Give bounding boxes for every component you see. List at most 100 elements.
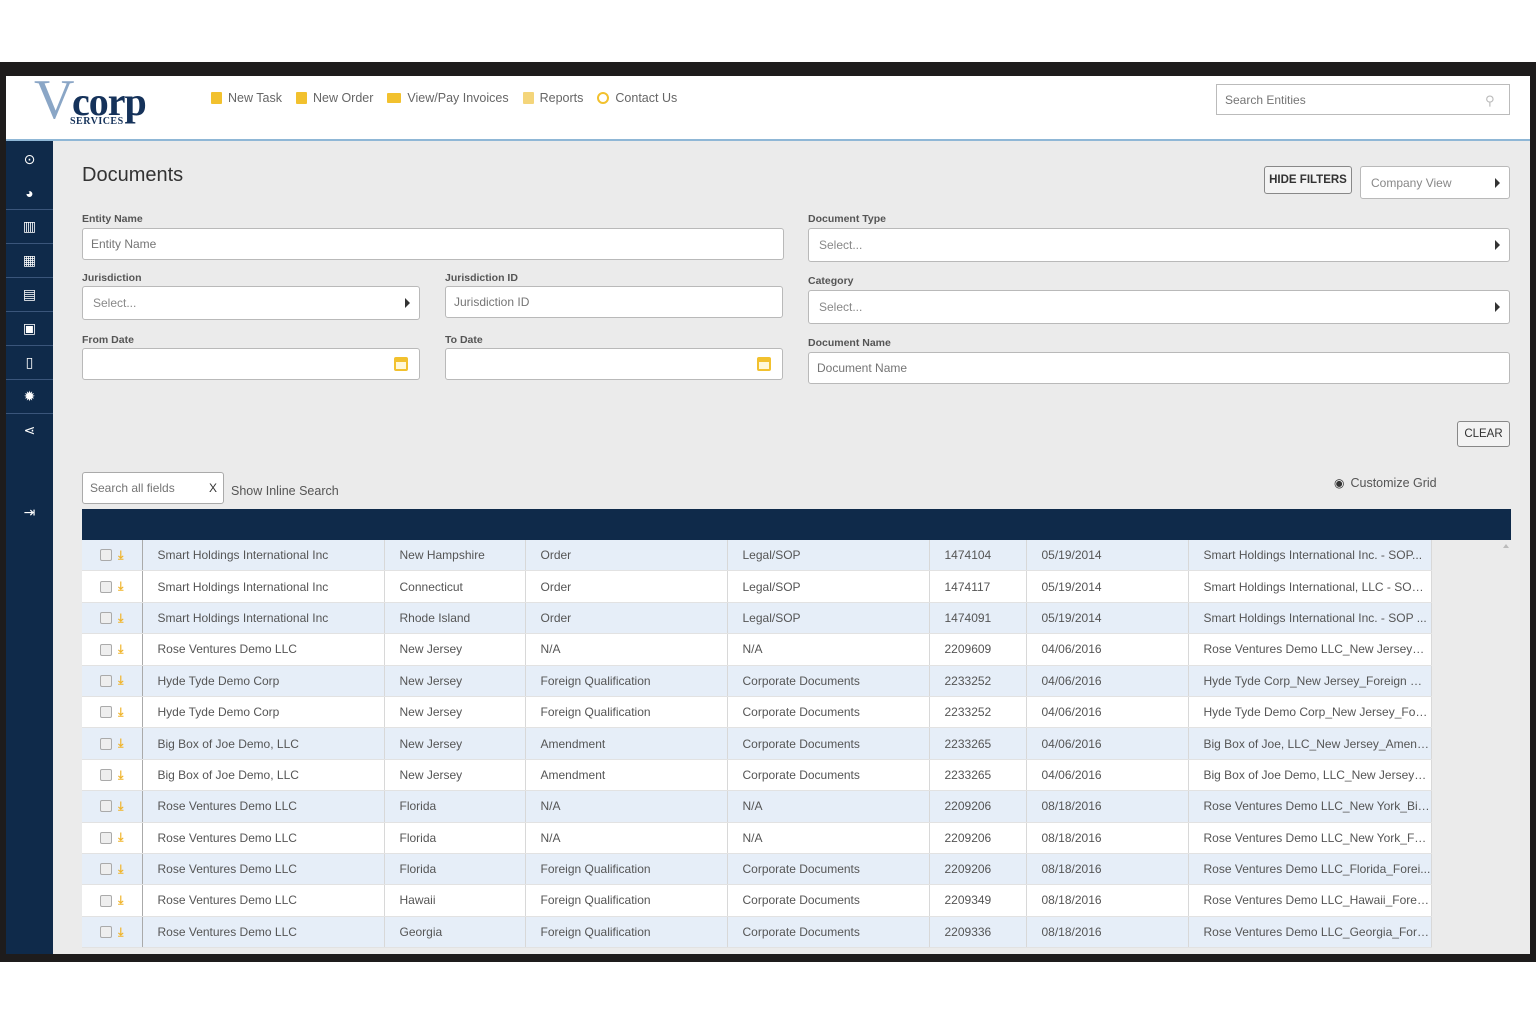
document-name-input[interactable] xyxy=(808,352,1510,384)
nav-reports[interactable]: Reports xyxy=(522,91,583,105)
download-icon[interactable]: ⤓ xyxy=(118,925,123,940)
vcorp-logo[interactable]: V corp SERVICES xyxy=(34,76,164,134)
download-icon[interactable]: ⤓ xyxy=(118,830,123,845)
download-icon[interactable]: ⤓ xyxy=(118,548,123,563)
sidebar-item-entities[interactable]: ▥ xyxy=(6,210,53,244)
row-checkbox[interactable] xyxy=(100,549,113,562)
company-view-select[interactable]: Company View xyxy=(1360,166,1510,199)
row-checkbox[interactable] xyxy=(100,580,113,593)
table-row[interactable]: ⤓ Smart Holdings International Inc Conne… xyxy=(82,570,1432,603)
logout-icon: ⇥ xyxy=(23,504,36,520)
sidebar-item-documents[interactable]: ▯ xyxy=(6,346,53,380)
cell-document-name[interactable]: Rose Ventures Demo LLC_Hawaii_Foreig... xyxy=(1188,884,1432,917)
row-checkbox[interactable] xyxy=(100,863,113,876)
table-row[interactable]: ⤓ Rose Ventures Demo LLC Hawaii Foreign … xyxy=(82,884,1432,917)
category-select[interactable]: Select... xyxy=(808,290,1510,324)
cell-document-name[interactable]: Smart Holdings International Inc. - SOP.… xyxy=(1188,540,1432,572)
row-checkbox[interactable] xyxy=(100,737,113,750)
cell-document-name[interactable]: Rose Ventures Demo LLC_Florida_Forei... xyxy=(1188,853,1432,886)
row-checkbox[interactable] xyxy=(100,831,113,844)
table-row[interactable]: ⤓ Big Box of Joe Demo, LLC New Jersey Am… xyxy=(82,759,1432,792)
grid-search-input[interactable] xyxy=(83,480,209,496)
document-type-select[interactable]: Select... xyxy=(808,228,1510,262)
from-date-input[interactable] xyxy=(82,348,420,380)
table-row[interactable]: ⤓ Smart Holdings International Inc Rhode… xyxy=(82,602,1432,635)
sidebar-item-dashboard[interactable]: ◕ xyxy=(6,177,53,210)
download-icon[interactable]: ⤓ xyxy=(118,705,123,720)
clear-search-icon[interactable]: X xyxy=(209,481,217,495)
cell-document-name[interactable]: Big Box of Joe Demo, LLC_New Jersey_A... xyxy=(1188,759,1432,792)
cell-document-name[interactable]: Smart Holdings International, LLC - SOP … xyxy=(1188,570,1432,603)
table-row[interactable]: ⤓ Rose Ventures Demo LLC Florida N/A N/A… xyxy=(82,790,1432,823)
nav-label: New Order xyxy=(312,91,374,105)
download-icon[interactable]: ⤓ xyxy=(118,768,123,783)
sidebar-item-settings[interactable]: ✹ xyxy=(6,380,53,414)
search-entities-input[interactable] xyxy=(1217,85,1485,114)
dashboard-icon: ◕ xyxy=(25,185,34,201)
sidebar-item-logout[interactable]: ⇥ xyxy=(6,496,53,529)
table-row[interactable]: ⤓ Rose Ventures Demo LLC Georgia Foreign… xyxy=(82,916,1432,949)
cell-type: Order xyxy=(525,602,728,635)
table-row[interactable]: ⤓ Rose Ventures Demo LLC Florida Foreign… xyxy=(82,853,1432,886)
download-icon[interactable]: ⤓ xyxy=(118,893,123,908)
search-icon[interactable]: ⚲ xyxy=(1485,93,1499,108)
scroll-up-icon[interactable] xyxy=(1503,544,1509,548)
download-icon[interactable]: ⤓ xyxy=(118,579,123,594)
cell-category: Legal/SOP xyxy=(727,570,930,603)
nav-new-task[interactable]: New Task xyxy=(211,91,282,105)
table-row[interactable]: ⤓ Rose Ventures Demo LLC Florida N/A N/A… xyxy=(82,822,1432,854)
row-checkbox[interactable] xyxy=(100,800,113,813)
jurisdiction-id-input[interactable] xyxy=(445,286,783,318)
clear-button[interactable]: CLEAR xyxy=(1457,421,1510,447)
table-row[interactable]: ⤓ Big Box of Joe Demo, LLC New Jersey Am… xyxy=(82,727,1432,760)
table-row[interactable]: ⤓ Smart Holdings International Inc New H… xyxy=(82,540,1432,572)
entity-name-input[interactable] xyxy=(82,228,784,260)
sidebar-item-share[interactable]: ⋖ xyxy=(6,414,53,447)
hide-filters-button[interactable]: HIDE FILTERS xyxy=(1264,166,1352,194)
table-row[interactable]: ⤓ Hyde Tyde Demo Corp New Jersey Foreign… xyxy=(82,665,1432,697)
row-checkbox[interactable] xyxy=(100,706,113,719)
cell-document-name[interactable]: Hyde Tyde Corp_New Jersey_Foreign Qu... xyxy=(1188,665,1432,697)
jurisdiction-select[interactable]: Select... xyxy=(82,286,420,320)
download-icon[interactable]: ⤓ xyxy=(118,673,123,688)
row-actions: ⤓ xyxy=(82,822,143,854)
download-icon[interactable]: ⤓ xyxy=(118,736,123,751)
cell-category: Legal/SOP xyxy=(727,602,930,635)
cell-document-name[interactable]: Rose Ventures Demo LLC_New York_Bie... xyxy=(1188,790,1432,823)
download-icon[interactable]: ⤓ xyxy=(118,642,123,657)
cell-document-name[interactable]: Rose Ventures Demo LLC_Georgia_Forei... xyxy=(1188,916,1432,949)
cell-date: 05/19/2014 xyxy=(1026,602,1189,635)
table-row[interactable]: ⤓ Rose Ventures Demo LLC New Jersey N/A … xyxy=(82,633,1432,666)
sidebar-item-invoices[interactable]: ▣ xyxy=(6,312,53,346)
customize-grid-button[interactable]: ◉ Customize Grid xyxy=(1334,476,1437,490)
to-date-input[interactable] xyxy=(445,348,783,380)
cell-document-name[interactable]: Big Box of Joe, LLC_New Jersey_Amend... xyxy=(1188,727,1432,760)
sidebar-item-calendar[interactable]: ▦ xyxy=(6,244,53,278)
row-checkbox[interactable] xyxy=(100,674,113,687)
grid-scrollbar[interactable] xyxy=(1437,540,1511,954)
cell-document-name[interactable]: Smart Holdings International Inc. - SOP … xyxy=(1188,602,1432,635)
sidebar-item-expand[interactable]: ⊙ xyxy=(6,141,53,177)
show-inline-search-link[interactable]: Show Inline Search xyxy=(231,484,339,498)
documents-table: Entity Name Jurisdiction Type Category O… xyxy=(82,509,1432,949)
download-icon[interactable]: ⤓ xyxy=(118,862,123,877)
sidebar-item-orders[interactable]: ▤ xyxy=(6,278,53,312)
nav-new-order[interactable]: New Order xyxy=(295,91,374,105)
row-checkbox[interactable] xyxy=(100,894,113,907)
download-icon[interactable]: ⤓ xyxy=(118,799,123,814)
cell-document-name[interactable]: Hyde Tyde Demo Corp_New Jersey_Fore... xyxy=(1188,696,1432,729)
cell-document-name[interactable]: Rose Ventures Demo LLC_New York_For... xyxy=(1188,822,1432,854)
row-checkbox[interactable] xyxy=(100,643,113,656)
row-checkbox[interactable] xyxy=(100,769,113,782)
top-nav: New Task New Order View/Pay Invoices Rep… xyxy=(211,91,677,105)
table-row[interactable]: ⤓ Hyde Tyde Demo Corp New Jersey Foreign… xyxy=(82,696,1432,729)
calendar-icon[interactable] xyxy=(757,357,771,371)
nav-contact-us[interactable]: Contact Us xyxy=(597,91,677,105)
download-icon[interactable]: ⤓ xyxy=(118,611,123,626)
cell-document-name[interactable]: Rose Ventures Demo LLC_New Jersey_S... xyxy=(1188,633,1432,666)
row-checkbox[interactable] xyxy=(100,612,113,625)
row-checkbox[interactable] xyxy=(100,926,113,939)
calendar-icon[interactable] xyxy=(394,357,408,371)
cell-order-id: 2209206 xyxy=(929,853,1027,886)
nav-view-pay-invoices[interactable]: View/Pay Invoices xyxy=(387,91,509,105)
